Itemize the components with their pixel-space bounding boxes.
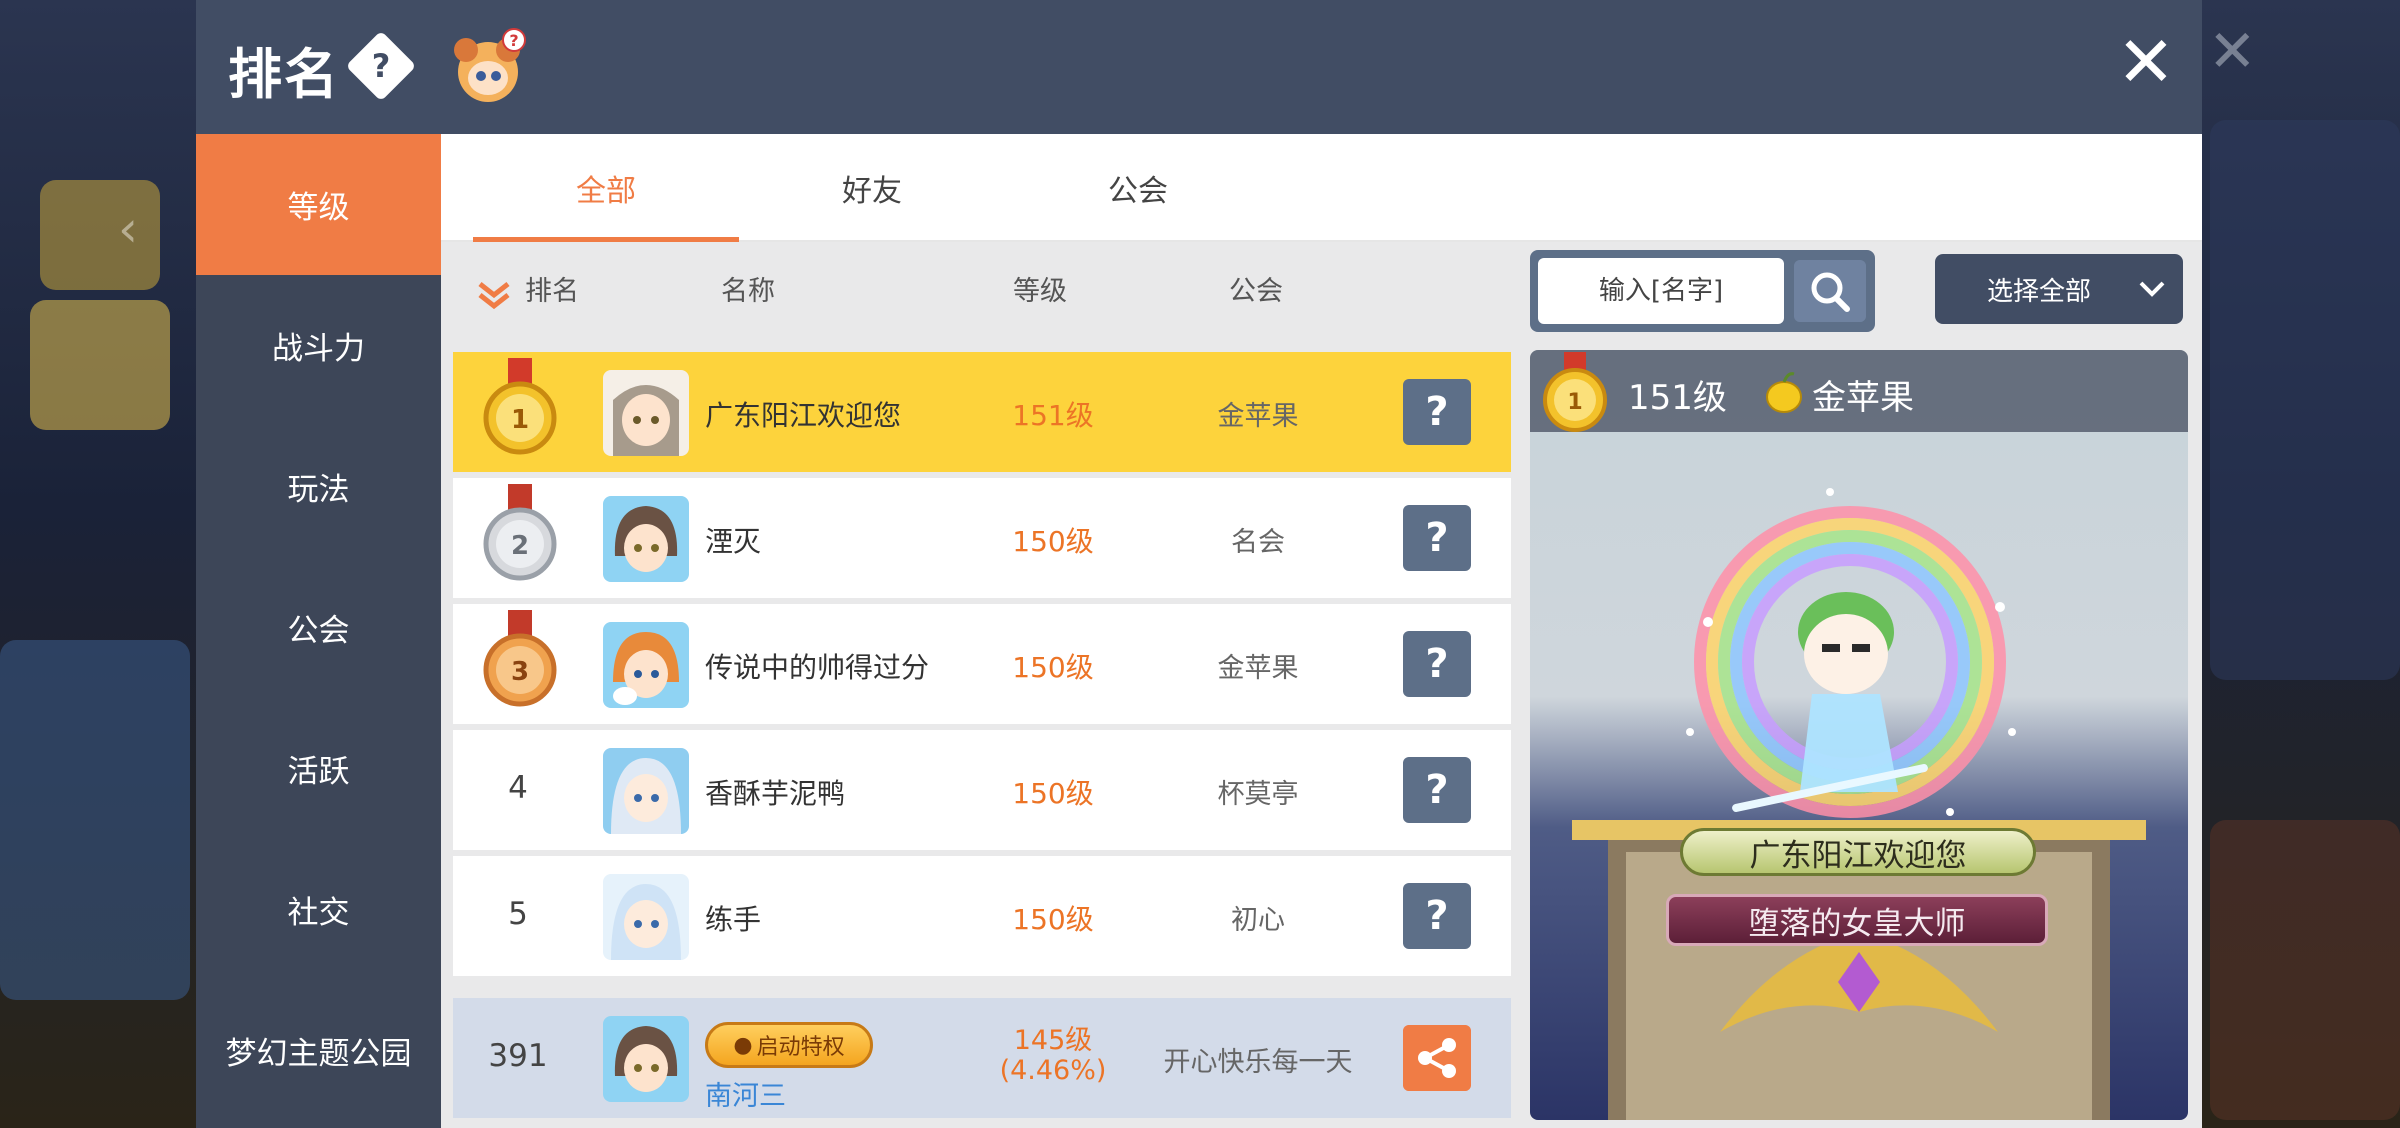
- info-question-button[interactable]: ?: [1403, 505, 1471, 571]
- player-guild: 开心快乐每一天: [1163, 1047, 1353, 1078]
- table-row[interactable]: 3 传说中的帅得过分 150级 金苹果 ?: [453, 604, 1511, 724]
- rank-number: 391: [488, 1038, 548, 1074]
- player-guild: 金苹果: [1217, 653, 1299, 684]
- silver-medal-icon: 2: [483, 484, 557, 581]
- search-box: [1530, 250, 1875, 332]
- sidebar-item-combat-power[interactable]: 战斗力: [196, 275, 441, 416]
- mascot-avatar-icon[interactable]: ?: [446, 28, 530, 108]
- sidebar-item-social[interactable]: 社交: [196, 839, 441, 980]
- tab-bar: 全部 好友 公会: [441, 134, 2202, 242]
- launch-privilege-badge[interactable]: ● 启动特权: [705, 1022, 873, 1068]
- avatar: [603, 748, 689, 834]
- sidebar-item-theme-park[interactable]: 梦幻主题公园: [196, 980, 441, 1121]
- player-guild: 杯莫亭: [1217, 779, 1299, 810]
- chevron-down-icon[interactable]: [2138, 278, 2166, 300]
- sidebar-item-guild[interactable]: 公会: [196, 557, 441, 698]
- rank-number: 3: [511, 657, 529, 687]
- avatar: [603, 1016, 689, 1102]
- player-name: 传说中的帅得过分: [705, 651, 930, 684]
- diamond-question-icon[interactable]: ?: [345, 30, 417, 102]
- player-level: 150级: [1012, 777, 1094, 810]
- avatar: [603, 622, 689, 708]
- avatar: [603, 370, 689, 456]
- player-guild: 初心: [1231, 905, 1285, 936]
- modal-header: 排名 ? ? ✕: [196, 0, 2202, 134]
- column-header-guild: 公会: [1229, 275, 1283, 307]
- info-question-button[interactable]: ?: [1403, 757, 1471, 823]
- info-question-button[interactable]: ?: [1403, 631, 1471, 697]
- player-name: 湮灭: [705, 525, 762, 558]
- character-preview: 1 151级 金苹果 广东阳江欢迎您 堕落的女皇大师: [1530, 350, 2188, 1120]
- search-icon[interactable]: [1794, 260, 1866, 322]
- player-name: 广东阳江欢迎您: [705, 399, 902, 432]
- player-level: 150级: [1012, 903, 1094, 936]
- info-question-button[interactable]: ?: [1403, 883, 1471, 949]
- character-scene: [1572, 488, 2146, 1120]
- column-header-rank: 排名: [525, 275, 579, 307]
- character-name-tag: 广东阳江欢迎您: [1680, 828, 2036, 876]
- player-level: 150级: [1012, 651, 1094, 684]
- tab-guild[interactable]: 公会: [1005, 134, 1271, 242]
- column-header-level: 等级: [1013, 275, 1067, 307]
- player-level: 150级: [1012, 525, 1094, 558]
- player-name: 南河三: [705, 1081, 786, 1112]
- table-row[interactable]: 4 香酥芋泥鸭 150级 杯莫亭 ?: [453, 730, 1511, 850]
- bronze-medal-icon: 3: [483, 610, 557, 707]
- golden-apple-icon: [1766, 372, 1802, 413]
- badge-label: 启动特权: [756, 1035, 845, 1060]
- gold-medal-icon: 1: [483, 358, 557, 455]
- preview-level: 151级: [1628, 378, 1727, 418]
- preview-guild: 金苹果: [1812, 378, 1914, 418]
- sidebar-item-activity[interactable]: 活跃: [196, 698, 441, 839]
- page-title: 排名: [228, 43, 340, 106]
- rank-number: 5: [508, 896, 528, 932]
- character-title-tag: 堕落的女皇大师: [1666, 894, 2048, 946]
- player-guild: 名会: [1231, 527, 1285, 558]
- info-question-button[interactable]: ?: [1403, 379, 1471, 445]
- rank-number: 1: [511, 405, 529, 435]
- table-row[interactable]: 1 广东阳江欢迎您 151级 金苹果 ?: [453, 352, 1511, 472]
- sidebar-item-gameplay[interactable]: 玩法: [196, 416, 441, 557]
- tab-friends[interactable]: 好友: [739, 134, 1005, 242]
- player-name: 香酥芋泥鸭: [705, 777, 846, 810]
- avatar: [603, 874, 689, 960]
- ranking-modal: 排名 ? ? ✕ 等级 战斗力 玩法 公会 活跃 社交 梦幻主题公园 全部 好友…: [196, 0, 2202, 1128]
- sidebar-item-level[interactable]: 等级: [196, 134, 441, 275]
- background-chevron-left-icon: ‹: [118, 200, 138, 258]
- my-rank-row[interactable]: 391 ● 启动特权 南河三 145级 (4.46%) 开心快乐每一天: [453, 998, 1511, 1118]
- column-header-name: 名称: [721, 275, 775, 307]
- rank-number: 4: [508, 770, 528, 806]
- player-name: 练手: [705, 903, 762, 936]
- player-level-percent: 145级 (4.46%): [973, 1026, 1133, 1086]
- player-guild: 金苹果: [1217, 401, 1299, 432]
- svg-text:1: 1: [1567, 390, 1582, 415]
- game-controller-icon: ●: [733, 1032, 753, 1058]
- background-close-icon: ✕: [2208, 17, 2257, 85]
- table-row[interactable]: 2 湮灭 150级 名会 ?: [453, 478, 1511, 598]
- share-icon[interactable]: [1403, 1025, 1471, 1091]
- avatar: [603, 496, 689, 582]
- player-level: 145级: [1013, 1025, 1093, 1056]
- rank-number: 2: [511, 531, 529, 561]
- svg-text:?: ?: [509, 31, 518, 50]
- gold-medal-icon: 1: [1543, 352, 1607, 432]
- close-icon[interactable]: ✕: [2110, 26, 2182, 98]
- chevron-down-icon[interactable]: [477, 280, 511, 310]
- sidebar: 等级 战斗力 玩法 公会 活跃 社交 梦幻主题公园: [196, 134, 441, 1128]
- table-row[interactable]: 5 练手 150级 初心 ?: [453, 856, 1511, 976]
- search-input[interactable]: [1538, 258, 1784, 324]
- player-percent: (4.46%): [999, 1055, 1107, 1086]
- player-level: 151级: [1012, 399, 1094, 432]
- tab-all[interactable]: 全部: [473, 134, 739, 242]
